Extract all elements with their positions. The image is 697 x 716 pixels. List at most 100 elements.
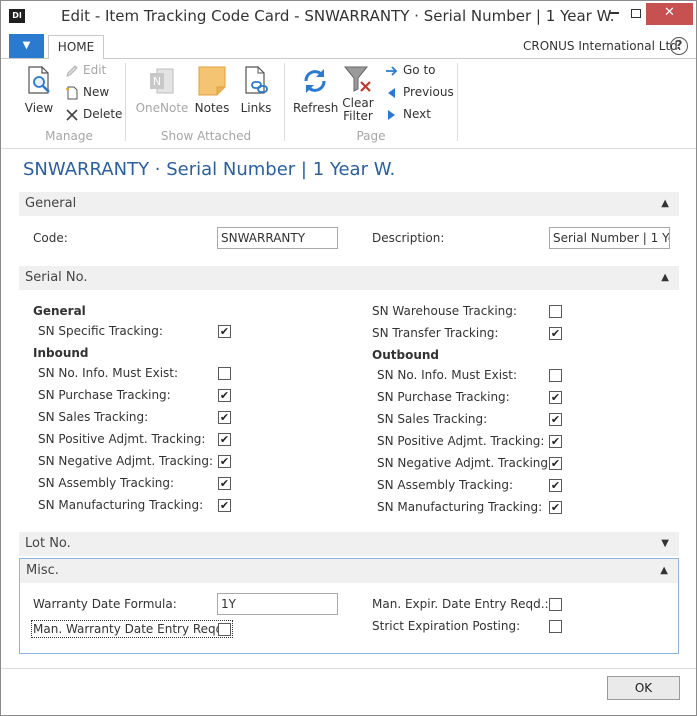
minimize-icon [609, 12, 619, 14]
outbound-option-checkbox[interactable] [549, 369, 562, 382]
new-document-icon [66, 86, 78, 99]
refresh-button[interactable]: Refresh [293, 65, 338, 115]
sn-transfer-tracking-label: SN Transfer Tracking: [372, 326, 499, 340]
serial-no-section-title: Serial No. [25, 270, 88, 285]
clear-filter-label-1: Clear [342, 96, 374, 110]
chevron-up-icon[interactable]: ▲ [660, 559, 668, 583]
inbound-option-checkbox[interactable]: ✔ [218, 477, 231, 490]
description-label: Description: [372, 231, 445, 245]
clear-filter-icon [343, 66, 371, 92]
man-warranty-date-entry-checkbox[interactable] [218, 623, 231, 636]
page-group-label: Page [356, 129, 386, 143]
view-icon [28, 66, 50, 94]
edit-button[interactable]: Edit [65, 63, 106, 78]
new-label: New [83, 85, 110, 99]
onenote-label: OneNote [135, 101, 189, 115]
close-button[interactable]: ✕ [646, 3, 693, 25]
inbound-option-label: SN Purchase Tracking: [38, 388, 171, 402]
outbound-option-checkbox[interactable]: ✔ [549, 435, 562, 448]
warranty-date-formula-field[interactable]: 1Y [217, 593, 338, 615]
chevron-up-icon[interactable]: ▲ [661, 266, 669, 290]
links-button[interactable]: Links [237, 65, 275, 115]
lot-no-section-header[interactable]: Lot No. ▼ [19, 532, 679, 556]
outbound-option-checkbox[interactable]: ✔ [549, 479, 562, 492]
links-icon [245, 66, 268, 94]
show-attached-group-label: Show Attached [160, 129, 252, 143]
chevron-up-icon[interactable]: ▲ [661, 192, 669, 216]
inbound-option-checkbox[interactable]: ✔ [218, 389, 231, 402]
onenote-icon: N [150, 68, 174, 94]
application-menu-button[interactable]: ▼ [9, 34, 44, 58]
company-name[interactable]: CRONUS International Ltd. [523, 39, 682, 53]
inbound-option-checkbox[interactable]: ✔ [218, 411, 231, 424]
maximize-icon [631, 8, 641, 18]
strict-expiration-posting-label: Strict Expiration Posting: [372, 619, 521, 633]
sn-warehouse-tracking-checkbox[interactable] [549, 305, 562, 318]
goto-button[interactable]: Go to [385, 63, 436, 77]
misc-section-title: Misc. [26, 563, 59, 578]
view-button[interactable]: View [21, 65, 57, 115]
man-expir-date-entry-checkbox[interactable] [549, 598, 562, 611]
notes-icon [198, 66, 226, 96]
help-icon[interactable]: ? [670, 37, 688, 55]
notes-label: Notes [194, 101, 230, 115]
next-button[interactable]: Next [385, 107, 431, 121]
ribbon-tab-bar: ▼ HOME CRONUS International Ltd. ? [1, 33, 696, 60]
manage-group-label: Manage [45, 129, 93, 143]
inbound-subheading: Inbound [33, 346, 89, 360]
edit-label: Edit [83, 63, 107, 77]
sn-warehouse-tracking-label: SN Warehouse Tracking: [372, 304, 517, 318]
code-label: Code: [33, 231, 68, 245]
page-title: SNWARRANTY · Serial Number | 1 Year W. [23, 159, 396, 180]
inbound-option-checkbox[interactable]: ✔ [218, 433, 231, 446]
view-label: View [24, 101, 54, 115]
general-section-title: General [25, 196, 77, 211]
outbound-option-checkbox[interactable]: ✔ [549, 413, 562, 426]
misc-section-header[interactable]: Misc. ▲ [20, 559, 678, 583]
svg-text:N: N [153, 75, 161, 88]
ribbon-separator [284, 63, 285, 141]
clear-filter-button[interactable]: Clear Filter [341, 65, 375, 123]
strict-expiration-posting-checkbox[interactable] [549, 620, 562, 633]
description-field[interactable]: Serial Number | 1 Ye... [549, 227, 670, 249]
code-field[interactable]: SNWARRANTY [217, 227, 338, 249]
outbound-option-label: SN Assembly Tracking: [377, 478, 514, 492]
general-section-header[interactable]: General ▲ [19, 192, 679, 216]
app-logo-icon: Dl [9, 9, 25, 23]
new-button[interactable]: New [65, 85, 109, 100]
inbound-option-label: SN Manufacturing Tracking: [38, 498, 204, 512]
ok-button[interactable]: OK [607, 676, 680, 700]
inbound-option-label: SN Positive Adjmt. Tracking: [38, 432, 206, 446]
links-label: Links [240, 101, 272, 115]
refresh-icon [304, 69, 326, 93]
arrow-right-icon [386, 65, 398, 76]
onenote-button[interactable]: N OneNote [135, 65, 189, 115]
outbound-option-checkbox[interactable]: ✔ [549, 457, 562, 470]
outbound-option-label: SN Sales Tracking: [377, 412, 488, 426]
ribbon: View Edit New Delete Manage N OneNote No… [1, 59, 696, 149]
inbound-option-checkbox[interactable]: ✔ [218, 499, 231, 512]
goto-label: Go to [403, 63, 436, 77]
notes-button[interactable]: Notes [193, 65, 231, 115]
triangle-right-icon [388, 109, 395, 120]
outbound-option-label: SN No. Info. Must Exist: [377, 368, 518, 382]
serial-no-section-header[interactable]: Serial No. ▲ [19, 266, 679, 290]
outbound-option-checkbox[interactable]: ✔ [549, 501, 562, 514]
footer-separator [1, 668, 696, 669]
outbound-option-checkbox[interactable]: ✔ [549, 391, 562, 404]
previous-button[interactable]: Previous [385, 85, 454, 99]
tab-home[interactable]: HOME [48, 35, 104, 60]
outbound-option-label: SN Purchase Tracking: [377, 390, 510, 404]
sn-specific-tracking-checkbox[interactable]: ✔ [218, 325, 231, 338]
previous-label: Previous [403, 85, 454, 99]
delete-label: Delete [83, 107, 123, 121]
man-warranty-date-entry-label: Man. Warranty Date Entry Reqd.: [30, 620, 234, 638]
inbound-option-label: SN Assembly Tracking: [38, 476, 175, 490]
chevron-down-icon[interactable]: ▼ [661, 532, 669, 556]
outbound-option-label: SN Positive Adjmt. Tracking: [377, 434, 545, 448]
inbound-option-checkbox[interactable] [218, 367, 231, 380]
delete-button[interactable]: Delete [65, 107, 122, 122]
outbound-option-label: SN Manufacturing Tracking: [377, 500, 543, 514]
inbound-option-checkbox[interactable]: ✔ [218, 455, 231, 468]
sn-transfer-tracking-checkbox[interactable]: ✔ [549, 327, 562, 340]
